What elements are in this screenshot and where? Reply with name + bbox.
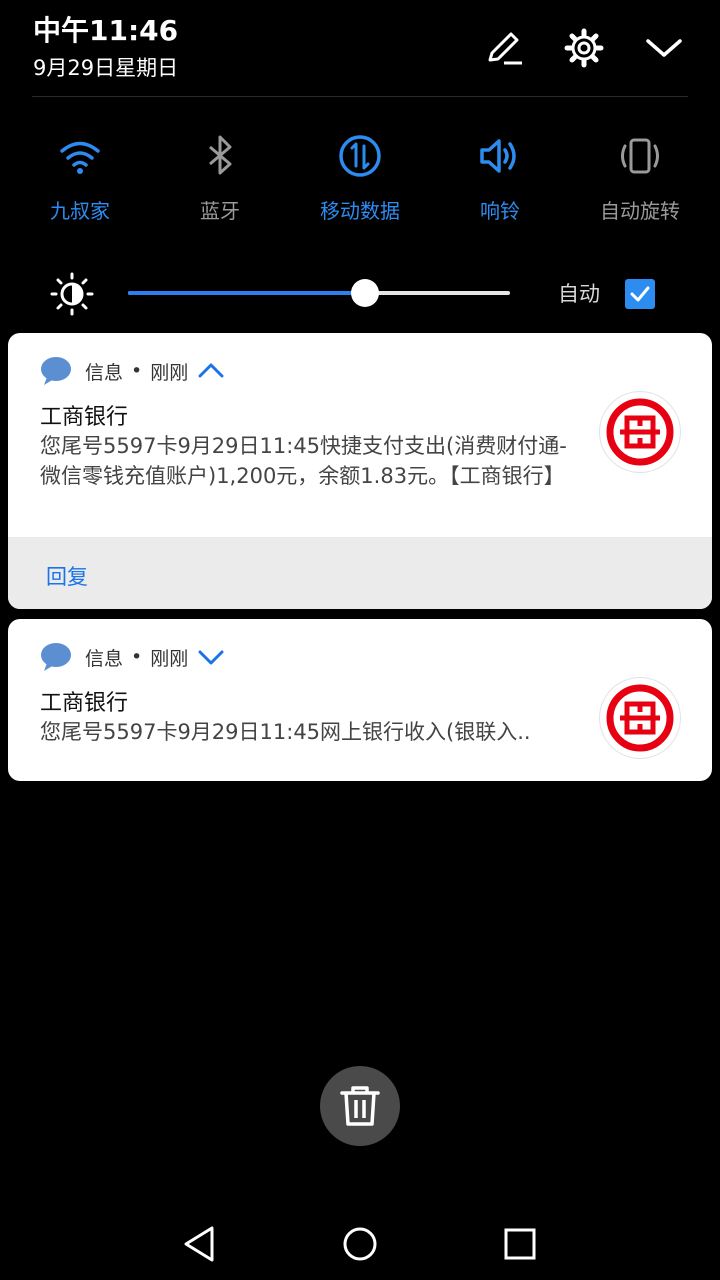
toggle-ring[interactable]: 响铃 [430,132,570,224]
settings-gear-icon[interactable] [564,28,604,68]
edit-icon[interactable] [484,28,524,68]
notification-separator: • [131,646,143,668]
toggle-label: 自动旋转 [600,199,680,223]
status-time: 中午11:46 [33,14,179,47]
bluetooth-icon [196,132,244,180]
notification-sender: 工商银行 [40,405,129,430]
icbc-logo-icon [600,678,680,758]
toggle-mobile-data[interactable]: 移动数据 [290,132,430,224]
wifi-icon [56,132,104,180]
reply-button[interactable]: 回复 [46,561,88,591]
slider-fill [128,291,365,295]
checkmark-icon [630,286,650,302]
message-app-icon [40,642,72,672]
notification-time: 刚刚 [150,361,189,384]
back-triangle-icon [184,1226,214,1262]
header-divider [32,96,688,97]
notification-message: 您尾号5597卡9月29日11:45网上银行收入(银联入.. [40,720,531,744]
notification-card[interactable]: 信息 • 刚刚 工商银行 您尾号5597卡9月29日11:45网上银行收入(银联… [8,619,712,781]
toggle-label: 九叔家 [50,199,110,223]
notification-actions: 回复 [8,537,712,609]
recents-button[interactable] [496,1220,544,1268]
brightness-icon [50,272,94,316]
notification-header: 信息 • 刚刚 [40,641,224,673]
icbc-logo-icon [600,392,680,472]
chevron-up-icon[interactable] [198,358,224,384]
toggle-wifi[interactable]: 九叔家 [10,132,150,224]
home-circle-icon [343,1227,377,1261]
notification-message: 您尾号5597卡9月29日11:45快捷支付支出(消费财付通-微信零钱充值账户)… [40,434,567,488]
recents-square-icon [504,1228,536,1260]
notification-separator: • [131,360,143,382]
auto-brightness-checkbox[interactable] [625,279,655,309]
toggle-label: 蓝牙 [200,199,240,223]
toggle-label: 响铃 [480,199,520,223]
notification-app-name: 信息 [85,647,124,670]
auto-rotate-icon [616,132,664,180]
brightness-slider[interactable] [128,279,510,307]
toggle-bluetooth[interactable]: 蓝牙 [150,132,290,224]
notification-sender: 工商银行 [40,691,129,716]
auto-brightness-label: 自动 [558,282,600,306]
clear-all-button[interactable] [320,1066,400,1146]
back-button[interactable] [176,1220,224,1268]
ring-volume-icon [476,132,524,180]
mobile-data-icon [336,132,384,180]
toggle-auto-rotate[interactable]: 自动旋转 [570,132,710,224]
trash-icon [340,1086,380,1126]
notification-time: 刚刚 [150,647,189,670]
chevron-down-icon[interactable] [198,644,224,670]
toggle-label: 移动数据 [320,199,400,223]
status-date: 9月29日星期日 [33,56,179,80]
notification-app-name: 信息 [85,361,124,384]
message-app-icon [40,356,72,386]
notification-header: 信息 • 刚刚 [40,355,224,387]
collapse-chevron-icon[interactable] [644,28,684,68]
notification-card[interactable]: 信息 • 刚刚 工商银行 您尾号5597卡9月29日11:45快捷支付支出(消费… [8,333,712,609]
home-button[interactable] [336,1220,384,1268]
slider-thumb[interactable] [350,279,379,307]
